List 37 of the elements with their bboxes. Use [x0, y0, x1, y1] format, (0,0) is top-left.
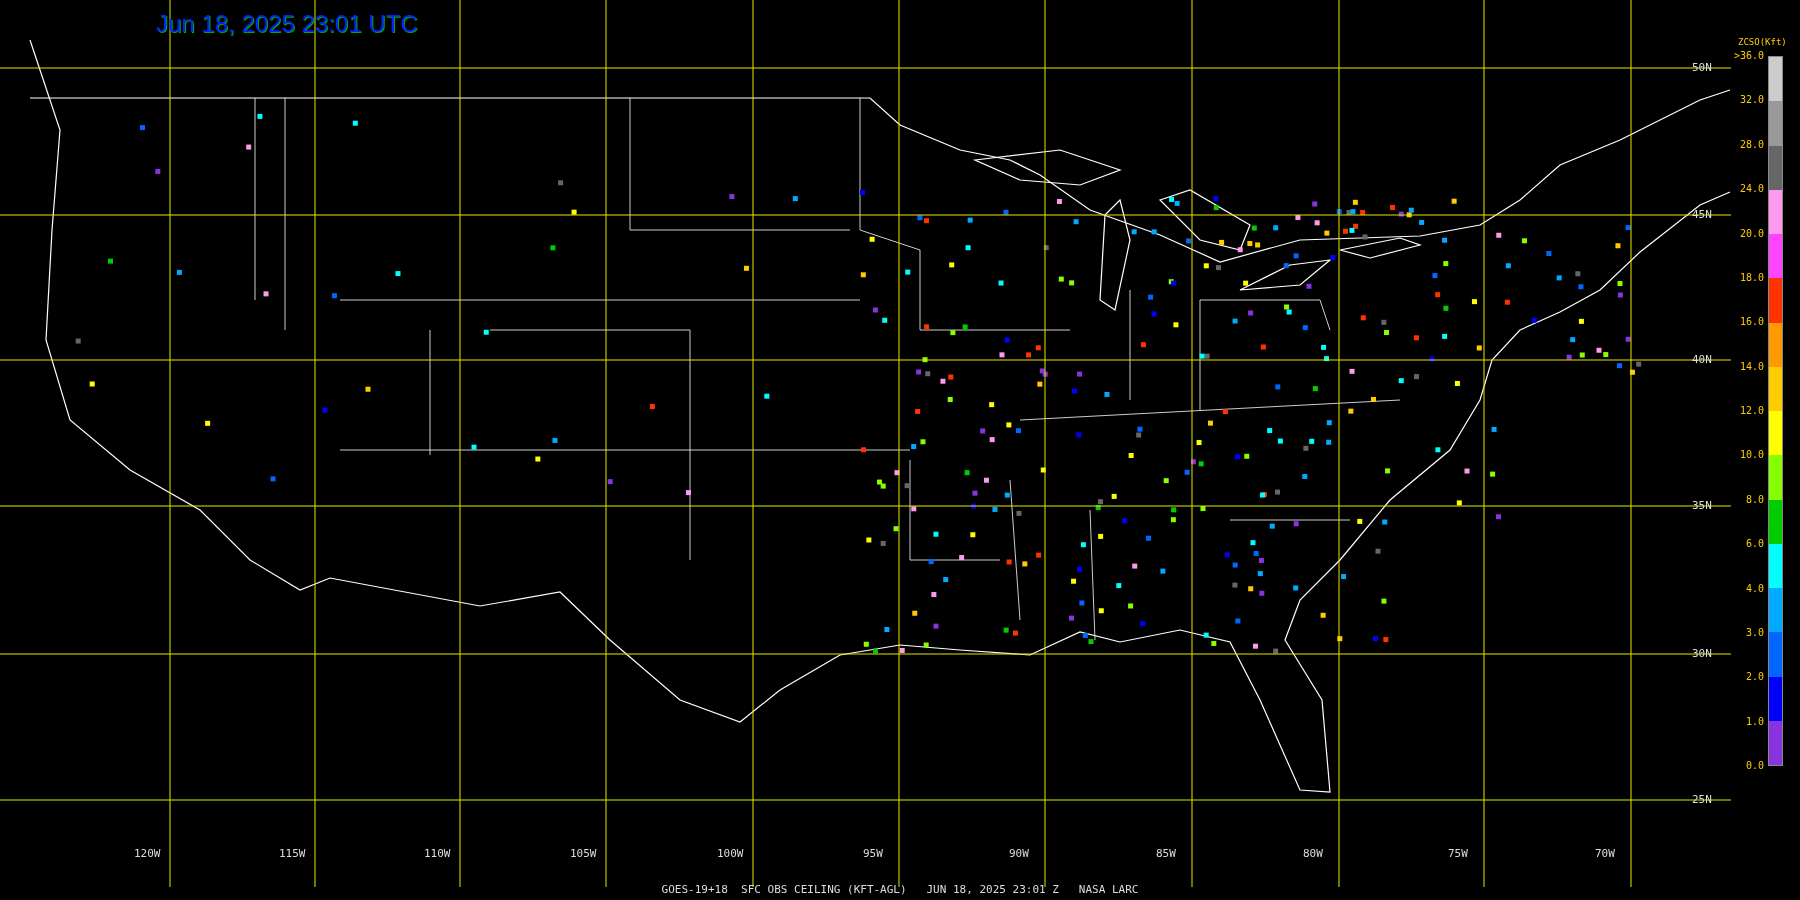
longitude-label: 75W	[1448, 848, 1468, 859]
longitude-label: 105W	[570, 848, 597, 859]
legend-tick-label: 4.0	[1746, 583, 1765, 594]
latitude-label: 35N	[1692, 500, 1712, 511]
legend-tick-label: >36.0	[1734, 51, 1765, 61]
legend-tick-label: 14.0	[1740, 361, 1765, 372]
legend-tick-label: 18.0	[1740, 272, 1765, 283]
legend-tick-label: 1.0	[1746, 716, 1765, 727]
legend-title: ZCSO(Kft)	[1738, 38, 1787, 47]
latitude-label: 50N	[1692, 62, 1712, 73]
legend-tick-label: 10.0	[1740, 450, 1765, 461]
legend-tick-label: 20.0	[1740, 228, 1765, 239]
legend-tick-label: 0.0	[1746, 761, 1765, 771]
legend-tick-label: 28.0	[1740, 139, 1765, 150]
longitude-label: 85W	[1156, 848, 1176, 859]
longitude-label: 100W	[717, 848, 744, 859]
latitude-label: 25N	[1692, 794, 1712, 805]
longitude-label: 115W	[279, 848, 306, 859]
longitude-label: 95W	[863, 848, 883, 859]
longitude-label: 120W	[134, 848, 161, 859]
map-title: Jun 18, 2025 23:01 UTC	[156, 12, 418, 36]
latitude-label: 30N	[1692, 648, 1712, 659]
legend-tick-label: 16.0	[1740, 317, 1765, 328]
legend-tick-label: 12.0	[1740, 406, 1765, 416]
longitude-label: 110W	[424, 848, 451, 859]
latitude-label: 40N	[1692, 354, 1712, 365]
longitude-label: 70W	[1595, 848, 1615, 859]
legend-tick-label: 3.0	[1746, 627, 1765, 638]
legend-tick-label: 6.0	[1746, 539, 1765, 550]
longitude-label: 90W	[1009, 848, 1029, 859]
legend-tick-label: 8.0	[1746, 494, 1765, 505]
legend-tick-label: 32.0	[1740, 95, 1765, 106]
latitude-label: 45N	[1692, 209, 1712, 220]
longitude-label: 80W	[1303, 848, 1323, 859]
legend-tick-label: 2.0	[1746, 672, 1765, 683]
caption: GOES-19+18 SFC OBS CEILING (KFT-AGL) JUN 18, 2025 23:01 Z NASA LARC	[660, 884, 1140, 895]
legend-tick-label: 24.0	[1740, 184, 1765, 195]
